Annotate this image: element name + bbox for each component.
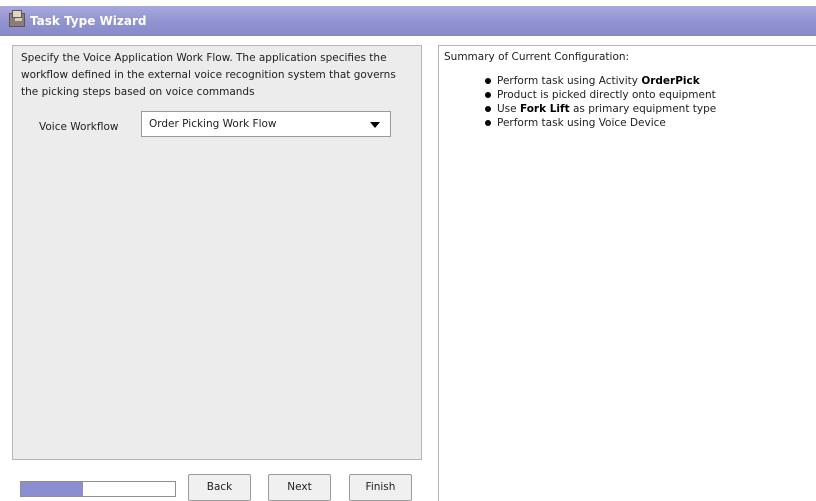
bullet-icon <box>485 106 491 112</box>
next-button[interactable]: Next <box>268 474 331 501</box>
summary-list: Perform task using Activity OrderPick Pr… <box>485 74 716 130</box>
summary-panel: Summary of Current Configuration: Perfor… <box>438 45 816 501</box>
list-item: Perform task using Activity OrderPick <box>485 74 716 88</box>
task-type-wizard-window: Task Type Wizard Specify the Voice Appli… <box>0 0 816 501</box>
bullet-icon <box>485 120 491 126</box>
list-item: Perform task using Voice Device <box>485 116 716 130</box>
wizard-icon <box>9 10 25 27</box>
voice-workflow-label: Voice Workflow <box>39 121 119 133</box>
window-title: Task Type Wizard <box>30 14 147 28</box>
workflow-settings-panel: Specify the Voice Application Work Flow.… <box>12 45 422 460</box>
voice-workflow-value: Order Picking Work Flow <box>149 118 277 130</box>
bullet-icon <box>485 78 491 84</box>
list-item: Use Fork Lift as primary equipment type <box>485 102 716 116</box>
finish-button[interactable]: Finish <box>349 474 412 501</box>
voice-workflow-select[interactable]: Order Picking Work Flow <box>141 111 391 137</box>
title-bar: Task Type Wizard <box>0 6 816 36</box>
back-button[interactable]: Back <box>188 474 251 501</box>
wizard-progress-fill <box>21 482 83 496</box>
instructions-text: Specify the Voice Application Work Flow.… <box>21 52 396 98</box>
summary-title: Summary of Current Configuration: <box>444 51 630 63</box>
list-item: Product is picked directly onto equipmen… <box>485 88 716 102</box>
bullet-icon <box>485 92 491 98</box>
chevron-down-icon[interactable] <box>370 122 380 128</box>
wizard-progress-bar <box>20 481 176 497</box>
